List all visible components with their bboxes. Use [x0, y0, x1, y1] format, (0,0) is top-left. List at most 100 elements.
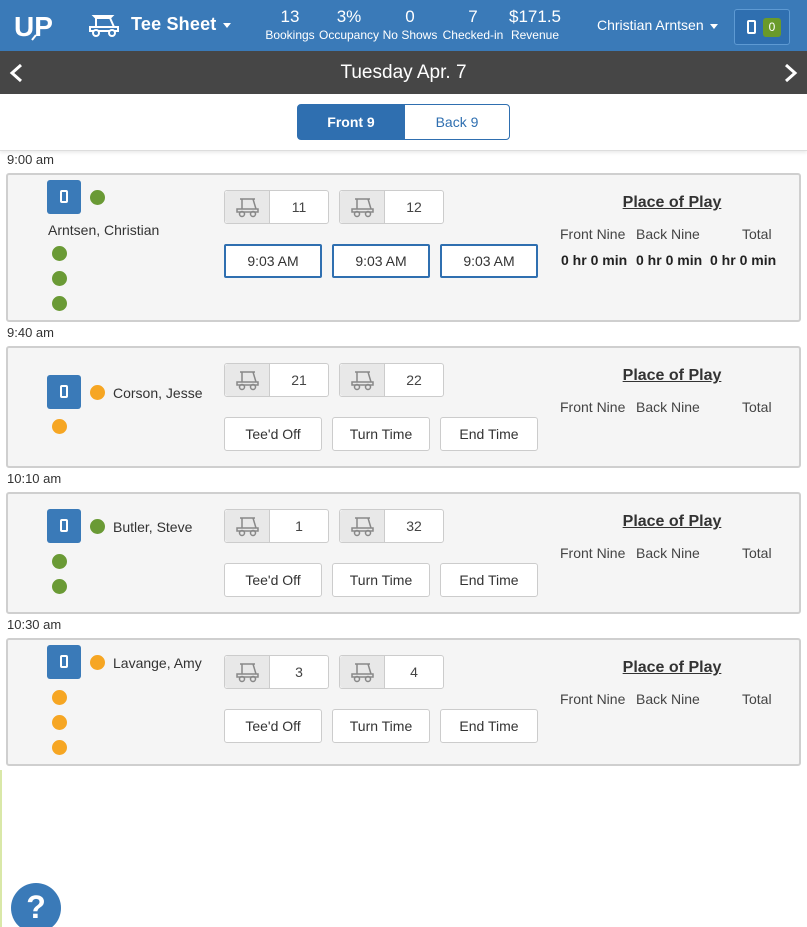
tee-time-label: 10:30 am: [7, 617, 62, 632]
player-name[interactable]: Corson, Jesse: [113, 385, 202, 401]
front-nine-tab[interactable]: Front 9: [297, 104, 405, 140]
cart-number-input[interactable]: 22: [385, 364, 443, 396]
mobile-booking-button[interactable]: [47, 509, 81, 543]
total-duration: 0 hr 0 min: [710, 252, 777, 268]
stat-label: Revenue: [510, 28, 560, 42]
stat-label: Bookings: [265, 28, 315, 42]
teed-off-button[interactable]: Tee'd Off: [224, 709, 322, 743]
cart-number-input[interactable]: 32: [385, 510, 443, 542]
tee-time-label: 9:40 am: [7, 325, 54, 340]
player-status-dot: [52, 246, 67, 261]
golf-cart-icon: [225, 191, 270, 223]
stat-value: 7: [468, 7, 478, 26]
cart-number-input[interactable]: 11: [270, 191, 328, 223]
tee-time-card: Arntsen, Christian 11 12 9:03 AM 9:03 AM…: [6, 173, 801, 322]
end-time-button[interactable]: End Time: [440, 417, 538, 451]
place-of-play-title[interactable]: Place of Play: [614, 513, 730, 531]
tee-time-label: 9:00 am: [7, 152, 54, 167]
stat-no-shows: 0 No Shows: [382, 7, 438, 43]
app-title-dropdown[interactable]: Tee Sheet: [131, 14, 231, 35]
cart-number-field: 32: [339, 509, 444, 543]
cart-number-input[interactable]: 12: [385, 191, 443, 223]
tee-time-card: Butler, Steve 1 32 Tee'd Off Turn Time E…: [6, 492, 801, 614]
up-logo-icon[interactable]: UP: [14, 9, 54, 41]
current-date: Tuesday Apr. 7: [340, 62, 467, 83]
user-menu-dropdown[interactable]: Christian Arntsen: [597, 17, 718, 33]
player-name[interactable]: Butler, Steve: [113, 519, 192, 535]
back-nine-tab[interactable]: Back 9: [404, 104, 510, 140]
total-header: Total: [742, 399, 772, 415]
stat-occupancy: 3% Occupancy: [318, 7, 380, 43]
total-header: Total: [742, 545, 772, 561]
stat-value: 13: [280, 7, 300, 26]
cart-number-field: 4: [339, 655, 444, 689]
cart-number-input[interactable]: 1: [270, 510, 328, 542]
help-button[interactable]: ?: [11, 883, 61, 927]
front-nine-duration: 0 hr 0 min: [561, 252, 628, 268]
stat-label: Checked-in: [442, 28, 504, 42]
logo-text: UP: [14, 11, 53, 41]
front-nine-header: Front Nine: [560, 226, 626, 242]
place-of-play-title[interactable]: Place of Play: [614, 659, 730, 677]
tee-time-label: 10:10 am: [7, 471, 62, 486]
mobile-booking-button[interactable]: [47, 645, 81, 679]
turn-time-button[interactable]: Turn Time: [332, 417, 430, 451]
player-status-dot: [52, 740, 67, 755]
back-nine-header: Back Nine: [636, 399, 700, 415]
end-time-button[interactable]: 9:03 AM: [440, 244, 538, 278]
player-status-dot: [52, 296, 67, 311]
caret-down-icon: [709, 23, 718, 29]
end-time-button[interactable]: End Time: [440, 709, 538, 743]
player-status-dot: [52, 271, 67, 286]
mobile-booking-button[interactable]: [47, 180, 81, 214]
teed-off-button[interactable]: Tee'd Off: [224, 563, 322, 597]
tee-time-card: Corson, Jesse 21 22 Tee'd Off Turn Time …: [6, 346, 801, 468]
player-status-dot: [52, 554, 67, 569]
player-status-dot: [52, 579, 67, 594]
turn-time-button[interactable]: Turn Time: [332, 563, 430, 597]
chevron-right-icon[interactable]: [779, 62, 801, 84]
tee-time-card: Lavange, Amy 3 4 Tee'd Off Turn Time End…: [6, 638, 801, 766]
mobile-checkins-button[interactable]: 0: [734, 9, 790, 45]
stat-revenue: $171.5 Revenue: [505, 7, 565, 43]
player-status-dot: [52, 715, 67, 730]
teed-off-button[interactable]: Tee'd Off: [224, 417, 322, 451]
front-nine-header: Front Nine: [560, 399, 626, 415]
mobile-booking-button[interactable]: [47, 375, 81, 409]
teed-off-time-button[interactable]: 9:03 AM: [224, 244, 322, 278]
cart-number-field: 21: [224, 363, 329, 397]
stat-checked-in: 7 Checked-in: [441, 7, 505, 43]
back-nine-header: Back Nine: [636, 545, 700, 561]
golf-cart-icon: [340, 656, 385, 688]
stat-bookings: 13 Bookings: [264, 7, 316, 43]
cart-number-input[interactable]: 4: [385, 656, 443, 688]
cart-number-field: 22: [339, 363, 444, 397]
turn-time-button[interactable]: 9:03 AM: [332, 244, 430, 278]
mobile-phone-icon: [60, 655, 68, 668]
front-nine-header: Front Nine: [560, 691, 626, 707]
golf-cart-icon: [340, 510, 385, 542]
mobile-phone-icon: [60, 519, 68, 532]
front-nine-header: Front Nine: [560, 545, 626, 561]
date-bar: Tuesday Apr. 7: [0, 51, 807, 94]
cart-number-field: 12: [339, 190, 444, 224]
nine-toggle-bar: Front 9 Back 9: [0, 94, 807, 151]
golf-cart-icon: [340, 364, 385, 396]
player-status-dot: [52, 419, 67, 434]
back-nine-header: Back Nine: [636, 226, 700, 242]
total-header: Total: [742, 691, 772, 707]
mobile-count-badge: 0: [763, 18, 781, 37]
golf-cart-icon: [340, 191, 385, 223]
player-name[interactable]: Arntsen, Christian: [48, 222, 159, 238]
player-name[interactable]: Lavange, Amy: [113, 655, 202, 671]
place-of-play-title[interactable]: Place of Play: [614, 367, 730, 385]
end-time-button[interactable]: End Time: [440, 563, 538, 597]
caret-down-icon: [222, 22, 231, 28]
cart-number-input[interactable]: 21: [270, 364, 328, 396]
mobile-phone-icon: [60, 385, 68, 398]
help-question-icon: ?: [26, 889, 46, 925]
back-nine-header: Back Nine: [636, 691, 700, 707]
turn-time-button[interactable]: Turn Time: [332, 709, 430, 743]
cart-number-input[interactable]: 3: [270, 656, 328, 688]
place-of-play-title[interactable]: Place of Play: [614, 194, 730, 212]
